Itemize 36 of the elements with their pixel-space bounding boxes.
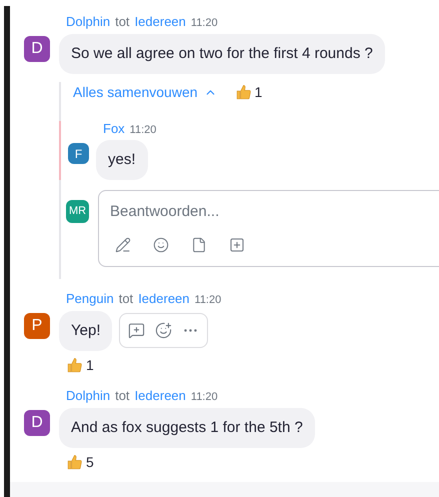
message-bubble: Yep! (59, 311, 112, 351)
connector-text: tot (115, 388, 130, 404)
connector-text: tot (118, 291, 134, 307)
connector-text: tot (115, 14, 130, 30)
avatar: F (68, 143, 89, 164)
avatar: D (24, 36, 50, 62)
reply-input-field[interactable]: Beantwoorden... (110, 201, 439, 224)
file-icon[interactable] (191, 236, 207, 252)
sender-name[interactable]: Fox (103, 121, 125, 137)
reaction-button[interactable]: 1 (234, 82, 262, 103)
avatar: MR (66, 200, 89, 223)
thumbs-up-icon (66, 357, 83, 374)
sender-name[interactable]: Dolphin (66, 388, 110, 404)
reaction-button[interactable]: 1 (66, 355, 94, 376)
message-bubble: And as fox suggests 1 for the 5th ? (59, 408, 315, 448)
message-time: 11:20 (194, 293, 222, 308)
thumbs-up-icon (66, 454, 83, 471)
reply-icon[interactable] (128, 322, 146, 339)
message-bubble: yes! (96, 140, 148, 180)
sender-name[interactable]: Penguin (66, 291, 114, 307)
message-time: 11:20 (130, 123, 156, 138)
avatar: P (24, 313, 50, 339)
add-reaction-icon[interactable] (155, 322, 172, 339)
message-time: 11:20 (190, 16, 218, 31)
recipient-name[interactable]: Iedereen (134, 14, 186, 30)
thumbs-up-icon (234, 84, 252, 101)
avatar: D (24, 410, 50, 436)
message-time: 11:20 (190, 390, 218, 405)
recipient-name[interactable]: Iedereen (134, 388, 186, 404)
sender-name[interactable]: Dolphin (66, 14, 110, 30)
collapse-thread-link[interactable]: Alles samenvouwen (73, 82, 217, 103)
reaction-button[interactable]: 5 (66, 452, 94, 473)
recipient-name[interactable]: Iedereen (138, 291, 190, 307)
emoji-icon[interactable] (153, 236, 169, 252)
reply-box[interactable]: Beantwoorden... (98, 190, 439, 267)
message-bubble: So we all agree on two for the first 4 rounds ? (59, 34, 385, 74)
